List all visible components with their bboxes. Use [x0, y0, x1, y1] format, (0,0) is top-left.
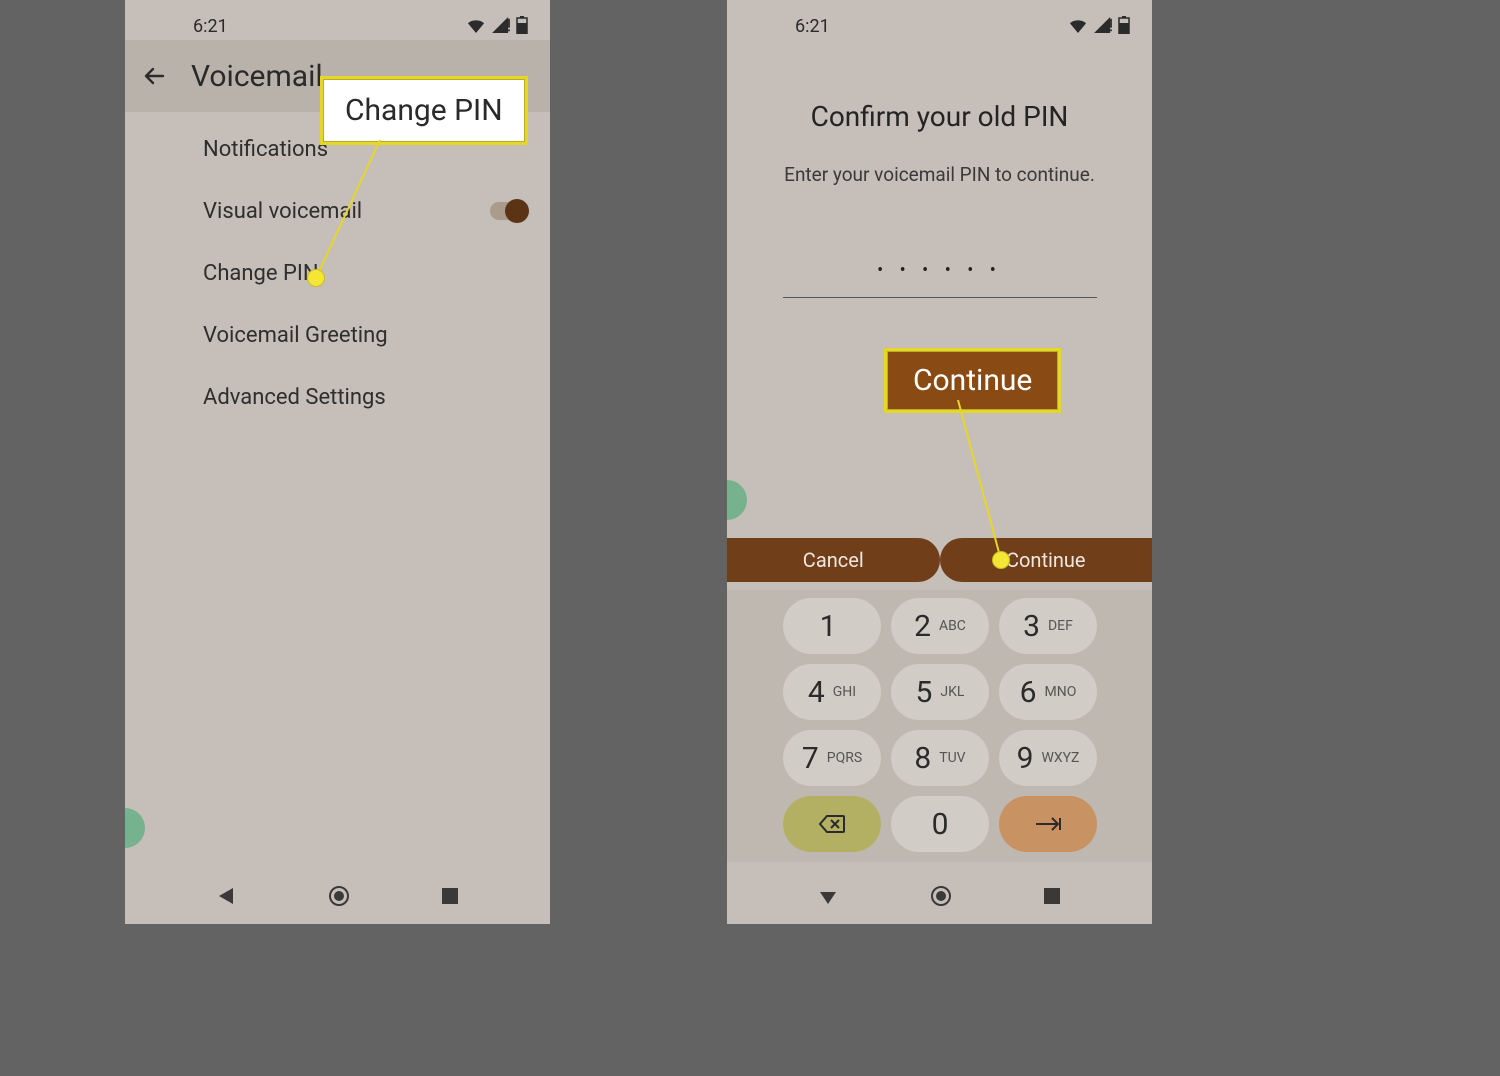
key-enter[interactable]: [999, 796, 1097, 852]
key-7[interactable]: 7 PQRS: [783, 730, 881, 786]
key-digit: 0: [932, 807, 949, 842]
floating-action-button[interactable]: [125, 808, 145, 848]
key-2[interactable]: 2 ABC: [891, 598, 989, 654]
menu-item-label: Notifications: [203, 137, 328, 162]
floating-action-button[interactable]: [727, 480, 747, 520]
key-letters: PQRS: [827, 750, 862, 766]
battery-icon: [1118, 16, 1130, 34]
key-digit: 3: [1023, 609, 1040, 644]
cancel-button[interactable]: Cancel: [727, 538, 940, 582]
key-5[interactable]: 5 JKL: [891, 664, 989, 720]
numeric-keypad: 1 2 ABC 3 DEF 4 GHI 5 JKL 6 MNO 7 PQRS 8 TUV 9W…: [727, 590, 1152, 862]
backspace-icon: [818, 814, 846, 834]
pin-input[interactable]: • • • • • •: [783, 260, 1097, 298]
pin-title: Confirm your old PIN: [727, 100, 1152, 133]
key-digit: 6: [1020, 675, 1037, 710]
annotation-callout-continue: Continue: [884, 348, 1061, 413]
key-6[interactable]: 6 MNO: [999, 664, 1097, 720]
system-nav-bar: [727, 868, 1152, 924]
key-digit: 5: [916, 675, 933, 710]
key-digit: 4: [808, 675, 825, 710]
status-time: 6:21: [795, 16, 830, 37]
nav-back-icon[interactable]: [216, 886, 236, 906]
key-digit: 9: [1017, 741, 1034, 776]
signal-icon: [492, 17, 510, 33]
menu-item-advanced-settings[interactable]: Advanced Settings: [125, 366, 550, 428]
nav-home-icon[interactable]: [328, 885, 350, 907]
status-time: 6:21: [193, 16, 228, 37]
nav-recent-icon[interactable]: [441, 887, 459, 905]
menu-item-visual-voicemail[interactable]: Visual voicemail: [125, 180, 550, 242]
key-letters: TUV: [939, 750, 965, 766]
nav-back-icon[interactable]: [818, 886, 838, 906]
nav-home-icon[interactable]: [930, 885, 952, 907]
status-bar: 6:21: [727, 0, 1152, 40]
menu-item-label: Voicemail Greeting: [203, 323, 388, 348]
key-4[interactable]: 4 GHI: [783, 664, 881, 720]
signal-icon: [1094, 17, 1112, 33]
wifi-icon: [466, 17, 486, 33]
status-bar: 6:21: [125, 0, 550, 40]
key-0[interactable]: 0: [891, 796, 989, 852]
key-1[interactable]: 1: [783, 598, 881, 654]
key-backspace[interactable]: [783, 796, 881, 852]
menu-item-label: Advanced Settings: [203, 385, 386, 410]
nav-recent-icon[interactable]: [1043, 887, 1061, 905]
toggle-visual-voicemail[interactable]: [490, 202, 526, 220]
annotation-callout-change-pin: Change PIN: [320, 76, 528, 145]
annotation-marker-2: [993, 552, 1009, 568]
key-letters: WXYZ: [1041, 750, 1079, 766]
pin-subtitle: Enter your voicemail PIN to continue.: [727, 163, 1152, 186]
enter-icon: [1034, 816, 1062, 832]
key-digit: 8: [914, 741, 931, 776]
key-letters: JKL: [940, 684, 964, 700]
page-title: Voicemail: [191, 59, 323, 94]
key-letters: MNO: [1045, 684, 1077, 700]
key-letters: ABC: [939, 618, 966, 634]
back-icon[interactable]: [143, 64, 167, 88]
key-digit: 7: [802, 741, 819, 776]
menu-item-label: Visual voicemail: [203, 199, 362, 224]
continue-button[interactable]: Continue: [940, 538, 1153, 582]
wifi-icon: [1068, 17, 1088, 33]
key-letters: DEF: [1048, 618, 1073, 634]
key-3[interactable]: 3 DEF: [999, 598, 1097, 654]
menu-item-change-pin[interactable]: Change PIN: [125, 242, 550, 304]
menu-item-label: Change PIN: [203, 261, 319, 286]
key-8[interactable]: 8 TUV: [891, 730, 989, 786]
annotation-marker-1: [308, 270, 324, 286]
key-9[interactable]: 9 WXYZ: [999, 730, 1097, 786]
key-digit: 2: [914, 609, 931, 644]
key-letters: GHI: [833, 684, 856, 700]
battery-icon: [516, 16, 528, 34]
system-nav-bar: [125, 868, 550, 924]
key-digit: 1: [820, 609, 837, 644]
menu-item-voicemail-greeting[interactable]: Voicemail Greeting: [125, 304, 550, 366]
